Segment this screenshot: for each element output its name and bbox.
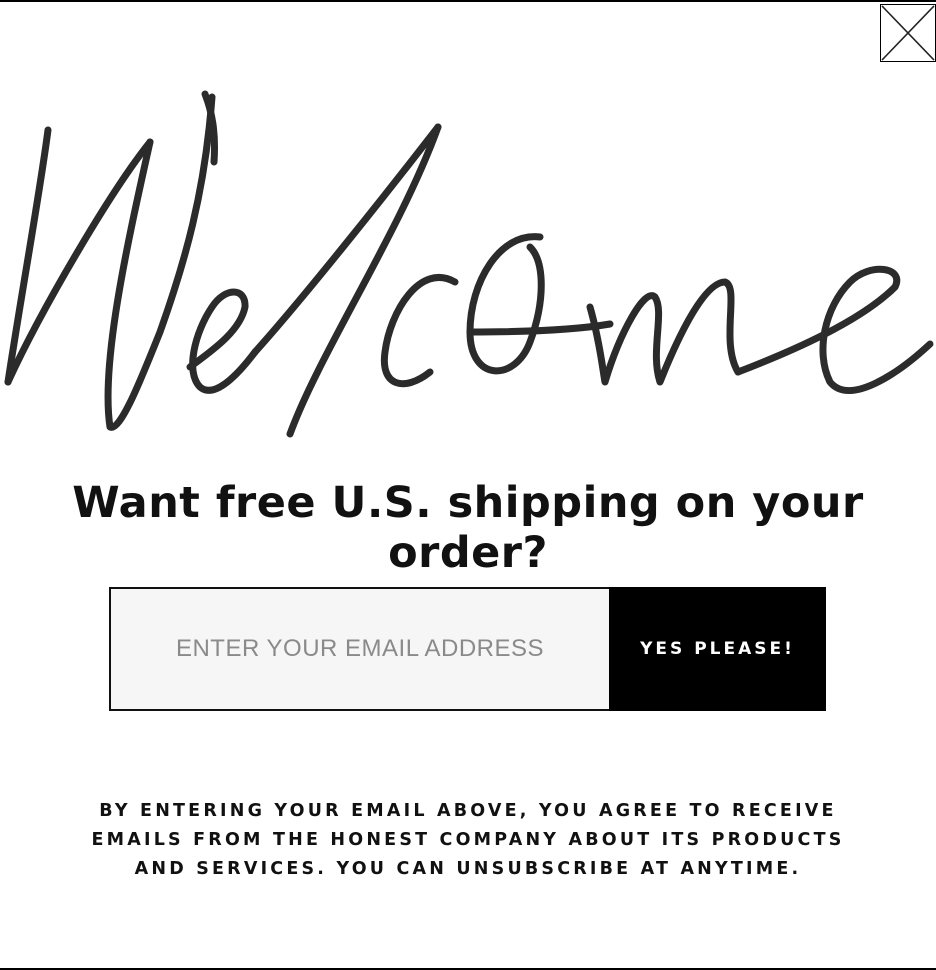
email-signup-form: YES PLEASE! <box>109 587 826 711</box>
email-input[interactable] <box>109 587 609 711</box>
disclaimer-text: BY ENTERING YOUR EMAIL ABOVE, YOU AGREE … <box>91 801 845 879</box>
headline: Want free U.S. shipping on your order? <box>72 478 864 578</box>
close-x-icon <box>881 5 935 61</box>
newsletter-modal: Want free U.S. shipping on your order? Y… <box>0 0 936 970</box>
welcome-script-logo <box>0 82 936 452</box>
submit-button[interactable]: YES PLEASE! <box>609 587 826 711</box>
close-button[interactable] <box>880 4 936 62</box>
